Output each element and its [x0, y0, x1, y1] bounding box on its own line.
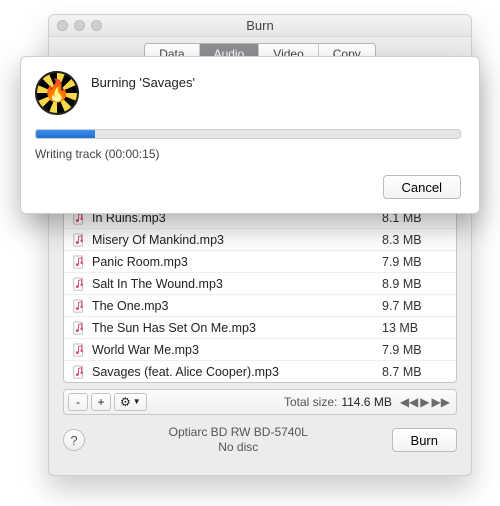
audio-file-icon: [72, 321, 86, 335]
track-name: The Sun Has Set On Me.mp3: [92, 321, 382, 335]
chevron-down-icon: ▼: [133, 394, 141, 410]
track-size: 7.9 MB: [382, 343, 448, 357]
drive-status: No disc: [85, 440, 392, 455]
audio-file-icon: [72, 299, 86, 313]
burn-progress-status: Writing track (00:00:15): [35, 147, 461, 161]
track-name: The One.mp3: [92, 299, 382, 313]
burn-button[interactable]: Burn: [392, 428, 457, 452]
track-name: Panic Room.mp3: [92, 255, 382, 269]
help-button[interactable]: ?: [63, 429, 85, 451]
drive-name: Optiarc BD RW BD-5740L: [85, 425, 392, 440]
track-size: 9.7 MB: [382, 299, 448, 313]
cancel-button[interactable]: Cancel: [383, 175, 461, 199]
player-next-icon[interactable]: ▶▶: [432, 395, 450, 409]
sheet-title: Burning 'Savages': [91, 71, 195, 90]
track-size: 8.7 MB: [382, 365, 448, 379]
audio-file-icon: [72, 277, 86, 291]
table-row[interactable]: The One.mp39.7 MB: [64, 294, 456, 316]
player-prev-icon[interactable]: ◀◀: [400, 395, 418, 409]
table-row[interactable]: Savages (feat. Alice Cooper).mp38.7 MB: [64, 360, 456, 382]
window-title: Burn: [49, 18, 471, 33]
player-play-icon[interactable]: ▶: [420, 395, 429, 409]
table-row[interactable]: Salt In The Wound.mp38.9 MB: [64, 272, 456, 294]
table-row[interactable]: World War Me.mp37.9 MB: [64, 338, 456, 360]
flame-icon: 🔥: [43, 80, 70, 102]
table-row[interactable]: Misery Of Mankind.mp38.3 MB: [64, 228, 456, 250]
remove-track-button[interactable]: -: [68, 393, 88, 411]
titlebar: Burn: [49, 15, 471, 37]
burn-progress-bar: [35, 129, 461, 139]
drive-info: Optiarc BD RW BD-5740L No disc: [85, 425, 392, 455]
track-size: 7.9 MB: [382, 255, 448, 269]
audio-file-icon: [72, 343, 86, 357]
track-name: Salt In The Wound.mp3: [92, 277, 382, 291]
track-name: Savages (feat. Alice Cooper).mp3: [92, 365, 382, 379]
track-name: Misery Of Mankind.mp3: [92, 233, 382, 247]
total-size-label: Total size:: [284, 395, 337, 409]
audio-file-icon: [72, 365, 86, 379]
track-size: 13 MB: [382, 321, 448, 335]
add-track-button[interactable]: +: [91, 393, 111, 411]
track-size: 8.9 MB: [382, 277, 448, 291]
audio-file-icon: [72, 255, 86, 269]
total-size-value: 114.6 MB: [341, 395, 391, 409]
table-row[interactable]: Panic Room.mp37.9 MB: [64, 250, 456, 272]
list-toolbar: - + ⚙▼ Total size: 114.6 MB ◀◀ ▶ ▶▶: [63, 389, 457, 415]
footer: ? Optiarc BD RW BD-5740L No disc Burn: [49, 415, 471, 455]
burn-app-icon: 🔥: [35, 71, 79, 115]
options-button[interactable]: ⚙▼: [114, 393, 147, 411]
help-icon: ?: [70, 433, 77, 448]
burn-progress-sheet: 🔥 Burning 'Savages' Writing track (00:00…: [20, 56, 480, 214]
table-row[interactable]: The Sun Has Set On Me.mp313 MB: [64, 316, 456, 338]
track-name: World War Me.mp3: [92, 343, 382, 357]
audio-file-icon: [72, 233, 86, 247]
gear-icon: ⚙: [120, 394, 131, 410]
track-size: 8.3 MB: [382, 233, 448, 247]
